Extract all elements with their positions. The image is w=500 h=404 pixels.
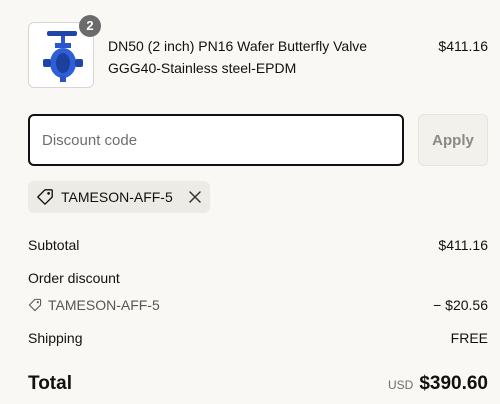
discount-amount: − $20.56 bbox=[433, 297, 488, 313]
discount-code-input[interactable] bbox=[28, 114, 404, 166]
total-amount: USD $390.60 bbox=[388, 373, 488, 395]
subtotal-value: $411.16 bbox=[438, 237, 488, 253]
tag-icon bbox=[28, 298, 42, 312]
total-value: $390.60 bbox=[419, 373, 488, 394]
total-row: Total USD $390.60 bbox=[28, 373, 488, 395]
apply-button[interactable]: Apply bbox=[418, 114, 488, 166]
subtotal-label: Subtotal bbox=[28, 237, 80, 253]
order-discount-label: Order discount bbox=[28, 270, 120, 286]
applied-discount-pill: TAMESON-AFF-5 bbox=[28, 181, 210, 213]
shipping-label: Shipping bbox=[28, 330, 83, 346]
line-item: 2 DN50 (2 inch) PN16 Wafer Butterfly Val… bbox=[28, 15, 488, 90]
discount-line-row: TAMESON-AFF-5 − $20.56 bbox=[28, 297, 488, 313]
tag-icon bbox=[37, 189, 53, 205]
product-title-line1: DN50 (2 inch) PN16 Wafer Butterfly Valve bbox=[108, 38, 368, 54]
shipping-value: FREE bbox=[450, 330, 488, 346]
product-title-line2: GGG40-Stainless steel-EPDM bbox=[108, 60, 297, 76]
total-label: Total bbox=[28, 373, 72, 394]
quantity-badge: 2 bbox=[79, 15, 101, 37]
product-price: $411.16 bbox=[438, 38, 488, 54]
discount-line: TAMESON-AFF-5 bbox=[28, 297, 160, 313]
product-title: DN50 (2 inch) PN16 Wafer Butterfly Valve… bbox=[108, 35, 398, 79]
shipping-row: Shipping FREE bbox=[28, 330, 488, 346]
close-icon[interactable] bbox=[188, 190, 202, 204]
applied-discount-code: TAMESON-AFF-5 bbox=[61, 189, 173, 205]
subtotal-row: Subtotal $411.16 bbox=[28, 237, 488, 253]
currency-code: USD bbox=[387, 378, 414, 392]
butterfly-valve-icon bbox=[43, 31, 83, 82]
discount-line-code: TAMESON-AFF-5 bbox=[48, 297, 160, 313]
order-discount-row: Order discount bbox=[28, 270, 488, 286]
